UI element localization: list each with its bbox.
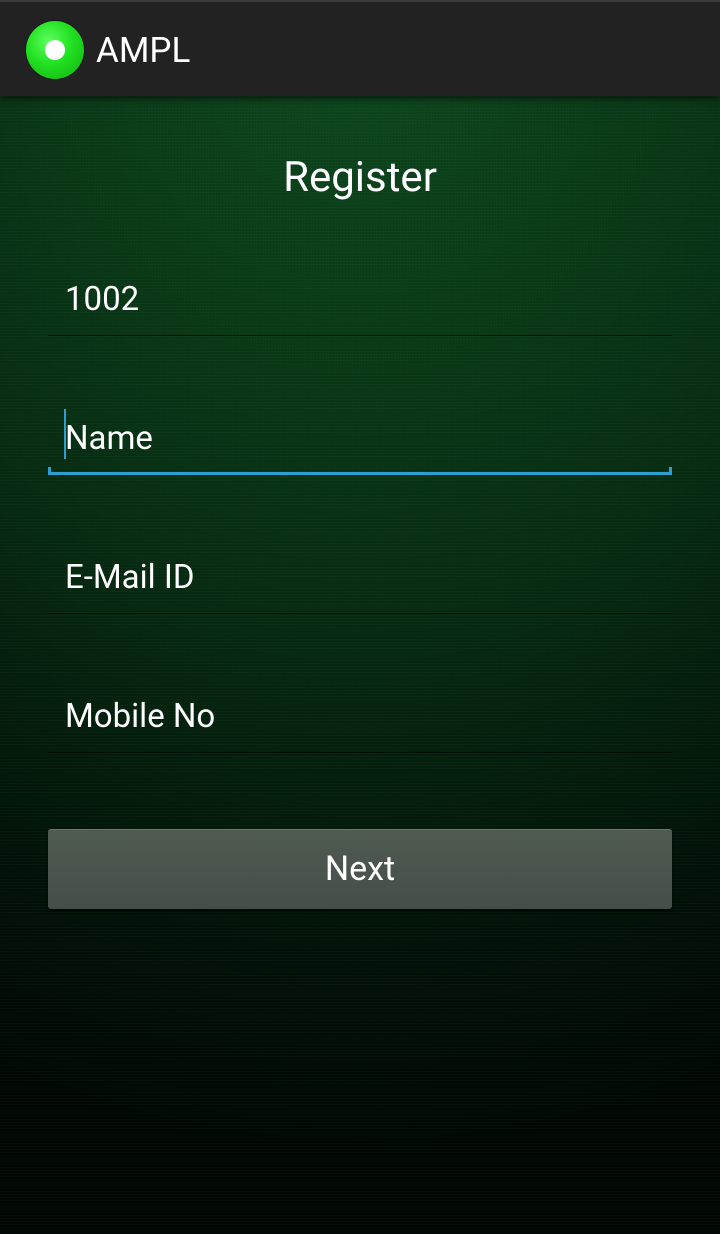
email-field[interactable]: E-Mail ID (48, 548, 672, 614)
id-field[interactable]: 1002 (48, 270, 672, 336)
name-field-underline (48, 472, 672, 475)
page-title: Register (283, 153, 437, 202)
name-field-tick-left (48, 467, 51, 475)
app-logo-icon[interactable] (26, 21, 84, 79)
id-field-underline (48, 335, 672, 336)
action-bar: AMPL (0, 0, 720, 96)
email-field-underline (48, 613, 672, 614)
mobile-field[interactable]: Mobile No (48, 687, 672, 753)
email-field-placeholder: E-Mail ID (65, 558, 195, 597)
next-button[interactable]: Next (48, 829, 672, 909)
id-field-value: 1002 (65, 280, 140, 319)
app-title: AMPL (96, 30, 191, 71)
mobile-field-placeholder: Mobile No (65, 697, 216, 736)
mobile-field-underline (48, 752, 672, 753)
name-field-tick-right (669, 467, 672, 475)
app-logo-dot (45, 40, 65, 60)
name-field-placeholder: Name (65, 419, 153, 458)
register-screen: AMPL Register 1002 Name E-Mail ID Mobile… (0, 0, 720, 1234)
name-field[interactable]: Name (48, 409, 672, 475)
